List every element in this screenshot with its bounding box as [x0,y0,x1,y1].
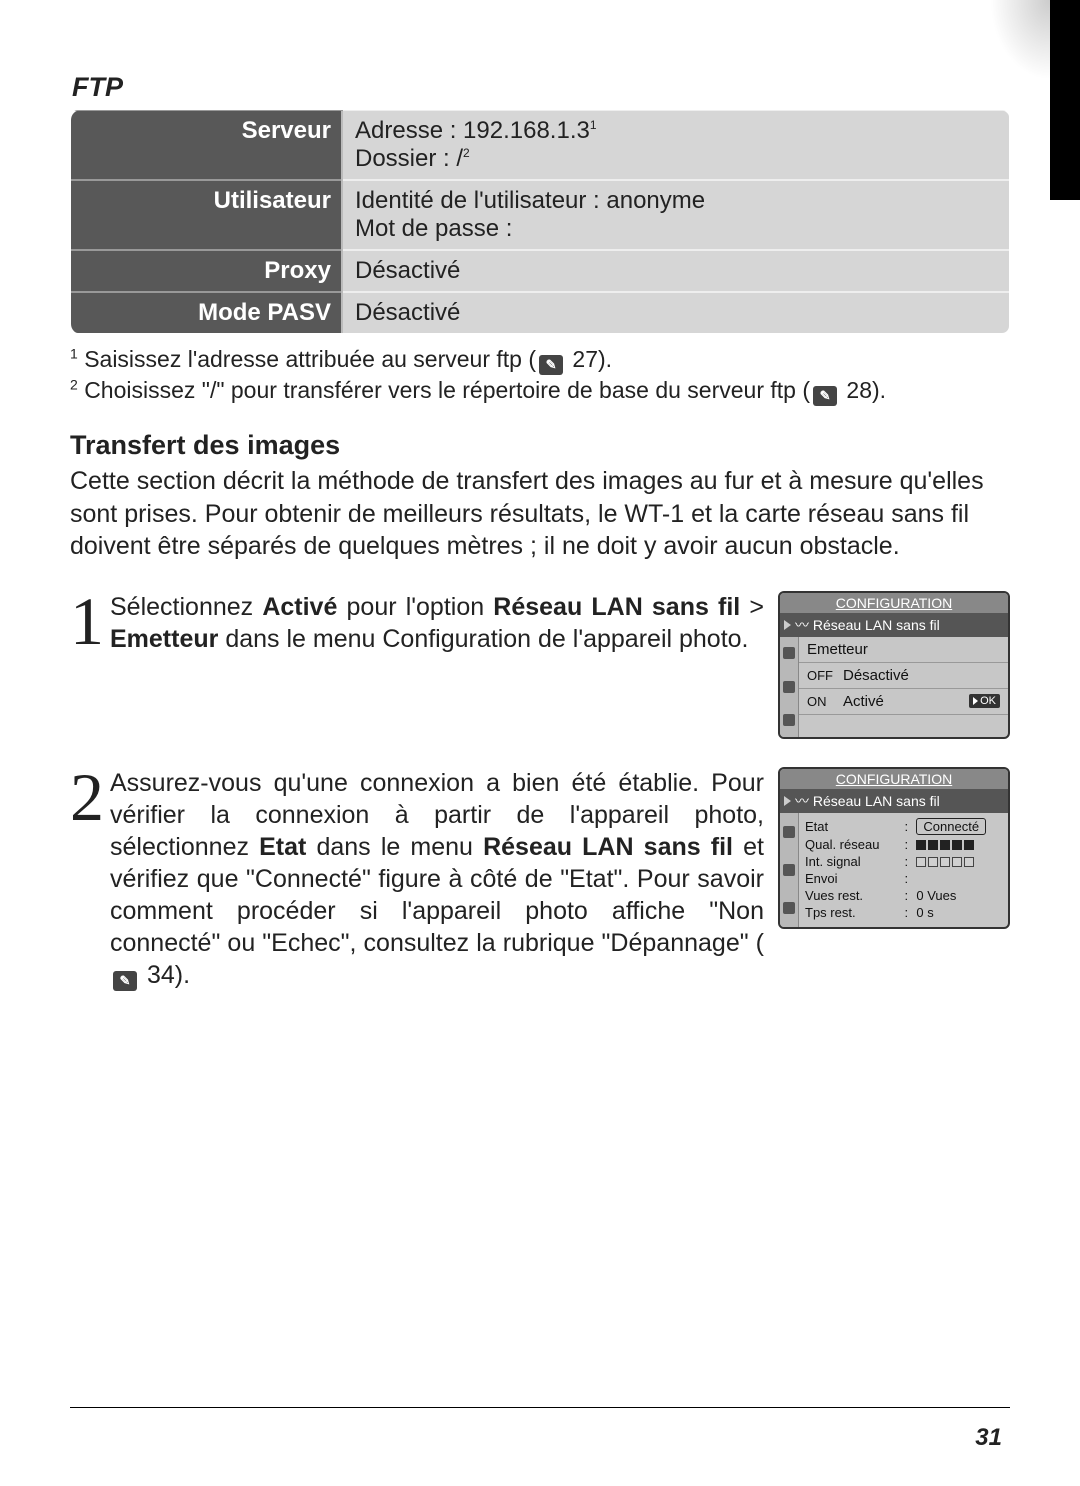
footnote-2: 2 Choisissez "/" pour transférer vers le… [70,375,1010,406]
value-pasv: Désactivé [342,292,1010,334]
row-vues-label: Vues rest. [799,887,899,904]
row-signal-label: Int. signal [799,853,899,870]
wrench-icon [783,714,795,726]
footnote-1: 1 Saisissez l'adresse attribuée au serve… [70,344,1010,375]
play-icon [784,620,791,630]
label-proxy: Proxy [71,250,343,292]
signal-bars [916,857,974,867]
row-proxy: Proxy Désactivé [71,250,1010,292]
row-tps-value: 0 s [910,904,1004,921]
camera-subtitle: 〰 Réseau LAN sans fil [780,789,1008,813]
camera-screenshot-emetteur: CONFIGURATION 〰 Réseau LAN sans fil Emet… [778,591,1010,739]
label-serveur: Serveur [71,110,343,180]
row-utilisateur: Utilisateur Identité de l'utilisateur : … [71,180,1010,250]
ok-indicator: OK [969,694,1000,708]
option-off[interactable]: OFFDésactivé [799,662,1008,688]
page-ref-icon: ✎ [113,971,137,991]
page-number: 31 [975,1424,1002,1452]
wrench-icon [783,902,795,914]
value-proxy: Désactivé [342,250,1010,292]
ftp-settings-table: Serveur Adresse : 192.168.1.31 Dossier :… [70,109,1010,334]
step-1: 1 Sélectionnez Activé pour l'option Rése… [70,591,1010,739]
camera-screenshot-etat: CONFIGURATION 〰 Réseau LAN sans fil Etat… [778,767,1010,991]
camera-side-icons [780,813,799,927]
row-envoi-label: Envoi [799,870,899,887]
step-1-text: Sélectionnez Activé pour l'option Réseau… [110,591,778,739]
camera-title: CONFIGURATION [780,769,1008,789]
row-pasv: Mode PASV Désactivé [71,292,1010,334]
status-table: Etat:Connecté Qual. réseau: Int. signal:… [799,817,1004,921]
row-etat-value: Connecté [916,818,986,835]
camera-side-icons [780,637,799,737]
value-utilisateur: Identité de l'utilisateur : anonyme Mot … [342,180,1010,250]
manual-page: FTP Serveur Adresse : 192.168.1.31 Dossi… [0,0,1080,1486]
step-2-text: Assurez-vous qu'une connexion a bien été… [110,767,778,991]
row-serveur: Serveur Adresse : 192.168.1.31 Dossier :… [71,110,1010,180]
page-ref-icon: ✎ [813,386,837,406]
step-number: 1 [70,591,110,739]
camera-icon [783,647,795,659]
row-tps-label: Tps rest. [799,904,899,921]
option-on[interactable]: ONActivéOK [799,688,1008,714]
section-heading: Transfert des images [70,430,1010,461]
emetteur-header: Emetteur [799,637,1008,662]
camera-title: CONFIGURATION [780,593,1008,613]
footer-rule [70,1407,1010,1408]
camera-icon [783,826,795,838]
row-vues-value: 0 Vues [910,887,1004,904]
footnotes: 1 Saisissez l'adresse attribuée au serve… [70,344,1010,406]
pencil-icon [783,681,795,693]
intro-paragraph: Cette section décrit la méthode de trans… [70,465,1010,563]
value-serveur: Adresse : 192.168.1.31 Dossier : /2 [342,110,1010,180]
ftp-heading: FTP [72,72,1010,103]
row-etat-label: Etat [799,817,899,836]
play-icon [784,796,791,806]
qual-bars [916,840,974,850]
step-2: 2 Assurez-vous qu'une connexion a bien é… [70,767,1010,991]
row-qual-label: Qual. réseau [799,836,899,853]
page-ref-icon: ✎ [539,355,563,375]
pencil-icon [783,864,795,876]
step-number: 2 [70,767,110,991]
label-pasv: Mode PASV [71,292,343,334]
label-utilisateur: Utilisateur [71,180,343,250]
camera-subtitle: 〰 Réseau LAN sans fil [780,613,1008,637]
